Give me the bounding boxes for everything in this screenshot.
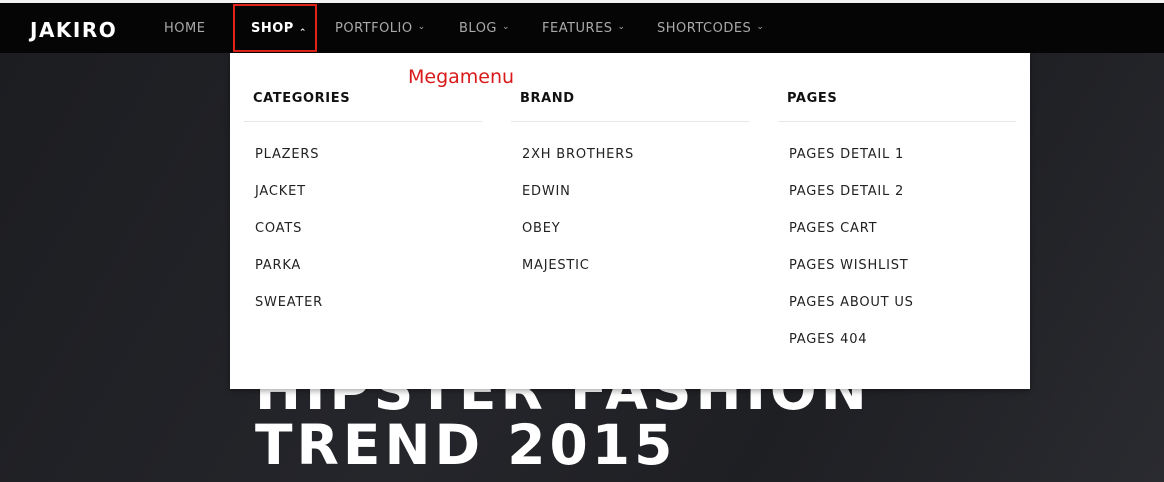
chevron-down-icon: ⌄ — [417, 22, 426, 32]
menu-link-pages-detail-2[interactable]: PAGES DETAIL 2 — [789, 184, 904, 199]
menu-link-edwin[interactable]: EDWIN — [522, 184, 571, 199]
nav-blog-label: BLOG — [459, 21, 498, 36]
menu-link-majestic[interactable]: MAJESTIC — [522, 258, 590, 273]
shop-highlight-annotation — [233, 4, 317, 52]
nav-portfolio[interactable]: PORTFOLIO ⌄ — [335, 21, 426, 36]
nav-features[interactable]: FEATURES ⌄ — [542, 21, 626, 36]
menu-link-plazers[interactable]: PLAZERS — [255, 147, 319, 162]
menu-link-pages-cart[interactable]: PAGES CART — [789, 221, 877, 236]
column-divider — [778, 121, 1016, 122]
chevron-down-icon: ⌄ — [756, 22, 765, 32]
menu-link-jacket[interactable]: JACKET — [255, 184, 306, 199]
megamenu-column-pages: PAGES PAGES DETAIL 1 PAGES DETAIL 2 PAGE… — [778, 53, 1016, 389]
column-title: BRAND — [520, 91, 575, 106]
main-navbar: JAKIRO HOME SHOP ⌃ PORTFOLIO ⌄ BLOG ⌄ FEATU… — [0, 3, 1164, 53]
site-logo[interactable]: JAKIRO — [30, 18, 117, 42]
nav-blog[interactable]: BLOG ⌄ — [459, 21, 510, 36]
column-title: CATEGORIES — [253, 91, 351, 106]
menu-link-parka[interactable]: PARKA — [255, 258, 301, 273]
column-divider — [244, 121, 482, 122]
nav-portfolio-label: PORTFOLIO — [335, 21, 413, 36]
megamenu-annotation-label: Megamenu — [408, 66, 515, 88]
menu-link-pages-wishlist[interactable]: PAGES WISHLIST — [789, 258, 909, 273]
nav-shortcodes-label: SHORTCODES — [657, 21, 752, 36]
nav-home-label: HOME — [164, 21, 206, 36]
megamenu-column-brand: BRAND 2XH BROTHERS EDWIN OBEY MAJESTIC — [511, 53, 749, 389]
menu-link-pages-about-us[interactable]: PAGES ABOUT US — [789, 295, 914, 310]
nav-features-label: FEATURES — [542, 21, 613, 36]
nav-home[interactable]: HOME — [164, 21, 205, 36]
megamenu-column-categories: CATEGORIES PLAZERS JACKET COATS PARKA SW… — [244, 53, 482, 389]
menu-link-sweater[interactable]: SWEATER — [255, 295, 323, 310]
menu-link-pages-detail-1[interactable]: PAGES DETAIL 1 — [789, 147, 904, 162]
column-title: PAGES — [787, 91, 838, 106]
menu-link-obey[interactable]: OBEY — [522, 221, 561, 236]
nav-shortcodes[interactable]: SHORTCODES ⌄ — [657, 21, 764, 36]
menu-link-coats[interactable]: COATS — [255, 221, 302, 236]
shop-megamenu: CATEGORIES PLAZERS JACKET COATS PARKA SW… — [230, 53, 1030, 389]
menu-link-pages-404[interactable]: PAGES 404 — [789, 332, 867, 347]
hero-headline-line2: TREND 2015 — [255, 413, 677, 477]
chevron-down-icon: ⌄ — [502, 22, 511, 32]
menu-link-2xh-brothers[interactable]: 2XH BROTHERS — [522, 147, 634, 162]
chevron-down-icon: ⌄ — [617, 22, 626, 32]
column-divider — [511, 121, 749, 122]
